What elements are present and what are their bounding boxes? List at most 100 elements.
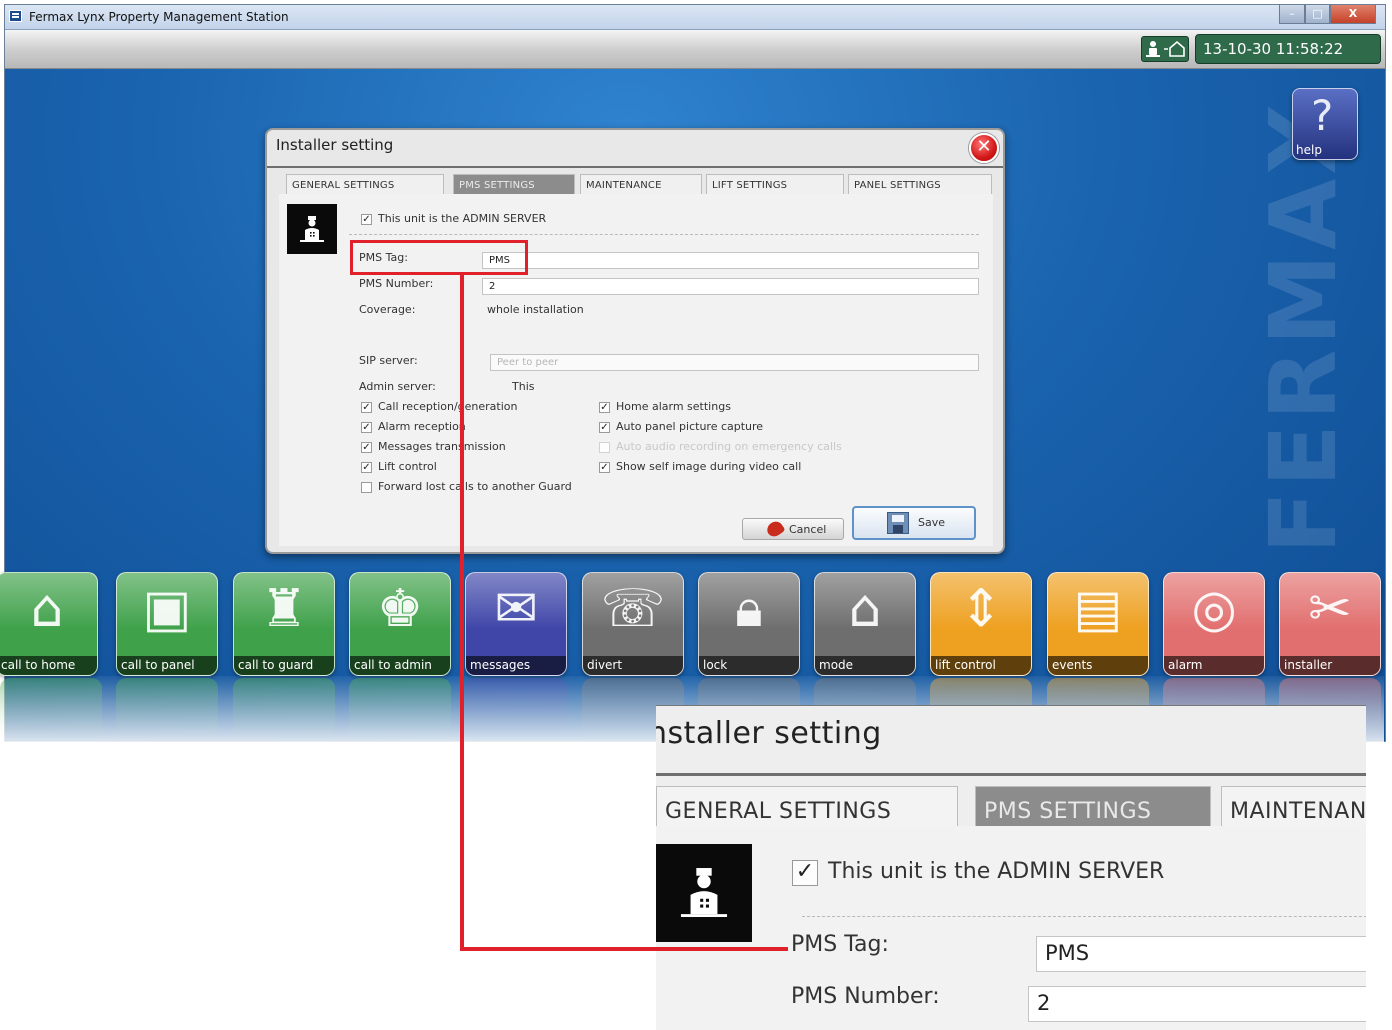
dock-label: call to home	[0, 656, 97, 675]
house-bell-icon: ⌂	[30, 579, 64, 639]
maximize-button[interactable]: □	[1305, 5, 1330, 24]
pms-tag-input[interactable]: PMS	[482, 252, 979, 269]
admin-server-checkbox[interactable]: ✓	[361, 214, 372, 225]
inset-tab-general-settings[interactable]: GENERAL SETTINGS	[656, 786, 958, 826]
call-reception-label: Call reception/generation	[378, 400, 518, 413]
admin-server-label: This unit is the ADMIN SERVER	[378, 212, 547, 225]
dock-button-call-to-home[interactable]: ⌂ call to home	[0, 572, 98, 676]
sip-server-label: SIP server:	[359, 354, 418, 367]
inset-pms-number-input[interactable]: 2	[1028, 986, 1366, 1022]
callout-line-horizontal	[460, 947, 788, 951]
tab-maintenance[interactable]: MAINTENANCE	[580, 174, 702, 194]
cancel-label: Cancel	[789, 523, 827, 536]
tab-pms-settings[interactable]: PMS SETTINGS	[453, 174, 575, 194]
envelope-icon: ✉	[494, 579, 538, 639]
help-button[interactable]: ? help	[1292, 88, 1358, 160]
close-icon[interactable]: ✕	[969, 133, 999, 163]
tab-panel-settings[interactable]: PANEL SETTINGS	[848, 174, 992, 194]
forward-lost-calls-checkbox[interactable]	[361, 482, 372, 493]
dock-button-events[interactable]: ▤ events	[1047, 572, 1149, 676]
inset-guard-icon	[656, 844, 752, 942]
messages-transmission-label: Messages transmission	[378, 440, 506, 453]
dock-button-call-to-panel[interactable]: ▣ call to panel	[116, 572, 218, 676]
call-reception-checkbox[interactable]: ✓	[361, 402, 372, 413]
auto-panel-capture-label: Auto panel picture capture	[616, 420, 764, 433]
lift-control-checkbox[interactable]: ✓	[361, 462, 372, 473]
floppy-disk-icon	[887, 512, 909, 534]
dock-label: lift control	[931, 656, 1031, 675]
alarm-bell-icon: ◎	[1191, 579, 1237, 639]
dock-button-lift-control[interactable]: ⇕ lift control	[930, 572, 1032, 676]
auto-audio-recording-label: Auto audio recording on emergency calls	[616, 440, 842, 453]
app-icon	[9, 10, 22, 22]
cancel-button[interactable]: Cancel	[742, 518, 844, 540]
dock-label: call to panel	[117, 656, 217, 675]
question-mark-icon: ?	[1311, 91, 1334, 140]
dock-label: events	[1048, 656, 1148, 675]
inset-divider	[802, 916, 1366, 917]
zoom-inset: nstaller setting GENERAL SETTINGS PMS SE…	[656, 705, 1366, 1030]
tools-icon: ✂	[1308, 579, 1352, 639]
admin-server-field-label: Admin server:	[359, 380, 436, 393]
pms-number-label: PMS Number:	[359, 277, 434, 290]
help-label: help	[1296, 143, 1322, 157]
save-label: Save	[918, 516, 946, 529]
coverage-label: Coverage:	[359, 303, 416, 316]
title-bar: Fermax Lynx Property Management Station …	[5, 5, 1385, 30]
home-alarm-settings-checkbox[interactable]: ✓	[599, 402, 610, 413]
dock-button-lock[interactable]: 🔒︎ lock	[698, 572, 800, 676]
alarm-reception-label: Alarm reception	[378, 420, 466, 433]
callout-line-vertical	[460, 275, 464, 950]
dock-label: divert	[583, 656, 683, 675]
dock-label: installer	[1280, 656, 1380, 675]
network-status-icon[interactable]	[1141, 36, 1189, 62]
window-title: Fermax Lynx Property Management Station	[29, 10, 289, 24]
padlock-icon: 🔒︎	[735, 579, 763, 639]
show-self-image-checkbox[interactable]: ✓	[599, 462, 610, 473]
inset-tab-pms-settings[interactable]: PMS SETTINGS	[975, 786, 1211, 826]
show-self-image-label: Show self image during video call	[616, 460, 802, 473]
dialog-title: Installer setting	[276, 136, 394, 154]
home-alarm-settings-label: Home alarm settings	[616, 400, 731, 413]
datetime-display: 13-10-30 11:58:22	[1195, 34, 1381, 64]
auto-panel-capture-checkbox[interactable]: ✓	[599, 422, 610, 433]
window-close-button[interactable]: X	[1330, 5, 1376, 24]
inset-dialog-title: nstaller setting	[656, 716, 882, 751]
inset-separator	[656, 773, 1366, 776]
dock-label: lock	[699, 656, 799, 675]
dock-label: mode	[815, 656, 915, 675]
dock-label: call to admin	[350, 656, 450, 675]
dock-button-call-to-admin[interactable]: ♚ call to admin	[349, 572, 451, 676]
dock-label: alarm	[1164, 656, 1264, 675]
dock-button-alarm[interactable]: ◎ alarm	[1163, 572, 1265, 676]
forward-lost-calls-label: Forward lost calls to another Guard	[378, 480, 572, 493]
guard-icon	[287, 204, 337, 254]
document-stack-icon: ▤	[1073, 579, 1123, 639]
sip-server-input[interactable]: Peer to peer	[490, 354, 979, 371]
dock-button-call-to-guard[interactable]: ♜ call to guard	[233, 572, 335, 676]
divider	[349, 234, 979, 235]
admin-server-value: This	[512, 380, 535, 393]
dock-button-installer[interactable]: ✂ installer	[1279, 572, 1381, 676]
admin-bell-icon: ♚	[376, 579, 424, 639]
pms-tag-highlight-box	[350, 240, 528, 275]
dock-button-divert[interactable]: ☏ divert	[582, 572, 684, 676]
dock-button-mode[interactable]: ⌂ mode	[814, 572, 916, 676]
minimize-button[interactable]: –	[1279, 5, 1305, 24]
tab-lift-settings[interactable]: LIFT SETTINGS	[706, 174, 844, 194]
inset-pms-tag-input[interactable]: PMS	[1036, 936, 1366, 972]
pms-number-input[interactable]: 2	[482, 278, 979, 295]
alarm-reception-checkbox[interactable]: ✓	[361, 422, 372, 433]
dock-button-messages[interactable]: ✉ messages	[465, 572, 567, 676]
inset-pms-number-label: PMS Number:	[791, 984, 940, 1009]
inset-tab-maintenance[interactable]: MAINTENANC	[1221, 786, 1366, 826]
inset-pms-tag-label: PMS Tag:	[791, 932, 889, 957]
inset-panel: ✓ This unit is the ADMIN SERVER PMS Tag:…	[656, 826, 1366, 1030]
save-button[interactable]: Save	[852, 506, 976, 540]
panel-bell-icon: ▣	[142, 579, 192, 639]
messages-transmission-checkbox[interactable]: ✓	[361, 442, 372, 453]
inset-admin-server-checkbox[interactable]: ✓	[792, 860, 818, 886]
lift-icon: ⇕	[959, 579, 1003, 639]
tab-general-settings[interactable]: GENERAL SETTINGS	[286, 174, 444, 194]
inset-admin-server-label: This unit is the ADMIN SERVER	[828, 859, 1165, 884]
